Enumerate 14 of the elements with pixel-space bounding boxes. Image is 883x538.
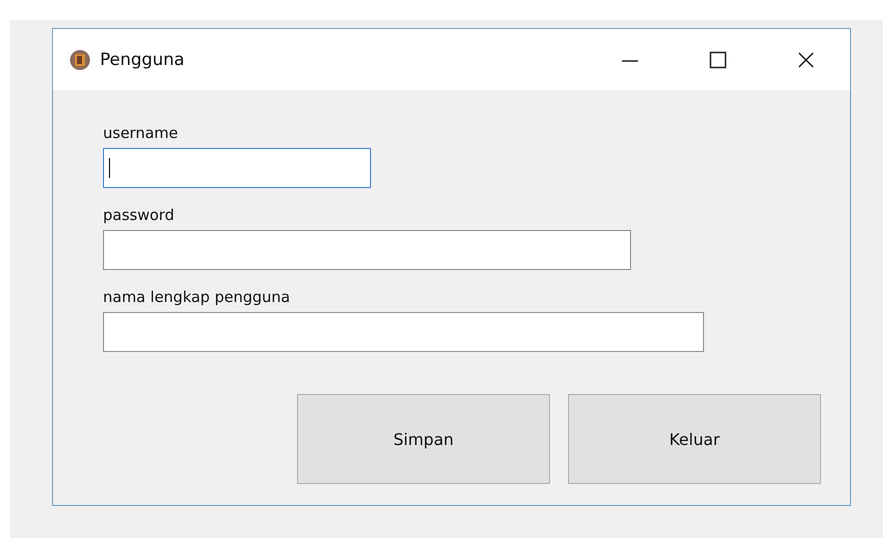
text-cursor: [109, 158, 110, 178]
maximize-icon: [709, 50, 727, 68]
field-label: password: [103, 206, 176, 224]
input-field[interactable]: [103, 230, 631, 270]
input-field[interactable]: [103, 312, 704, 352]
input-field[interactable]: [103, 148, 371, 188]
exit-button[interactable]: Keluar: [568, 394, 821, 484]
field-label: nama lengkap pengguna: [103, 288, 292, 306]
field-label: username: [103, 124, 179, 142]
window-title: Pengguna: [100, 50, 186, 70]
close-icon: [797, 50, 815, 68]
app-icon: [69, 48, 91, 70]
minimize-icon: [622, 60, 638, 62]
save-button[interactable]: Simpan: [297, 394, 550, 484]
